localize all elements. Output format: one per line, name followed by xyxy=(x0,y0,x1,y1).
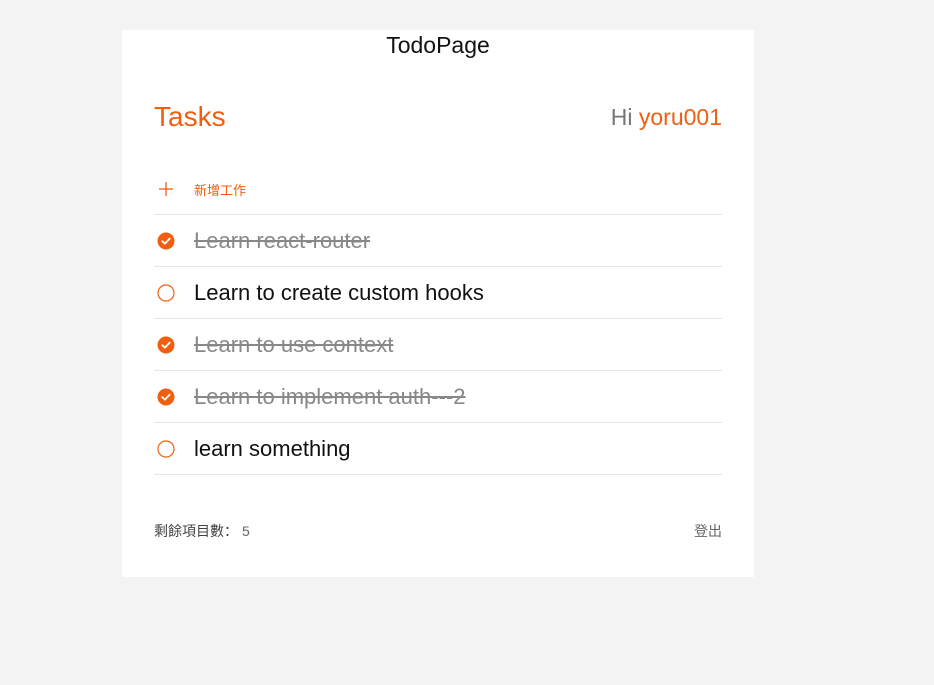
task-text: Learn to create custom hooks xyxy=(194,279,484,305)
task-row: Learn to implement auth---2 xyxy=(154,371,722,423)
greeting-prefix: Hi xyxy=(610,104,633,130)
page-title: TodoPage xyxy=(386,32,490,58)
task-rows: Learn react-router Learn to create custom… xyxy=(154,215,722,475)
plus-icon[interactable] xyxy=(154,177,178,201)
footer: 剩餘項目數： 5 登出 xyxy=(154,520,722,542)
header-row: Tasks Hi yoru001 xyxy=(154,100,722,134)
task-row: Learn to use context xyxy=(154,319,722,371)
unchecked-circle-icon[interactable] xyxy=(154,281,178,305)
remaining-count: 5 xyxy=(242,523,250,539)
task-row: Learn to create custom hooks xyxy=(154,267,722,319)
username: yoru001 xyxy=(638,104,722,130)
checked-circle-icon[interactable] xyxy=(154,333,178,357)
remaining-items: 剩餘項目數： 5 xyxy=(154,521,250,541)
remaining-label: 剩餘項目數： xyxy=(154,523,238,539)
logout-button[interactable]: 登出 xyxy=(694,521,722,541)
unchecked-circle-icon[interactable] xyxy=(154,437,178,461)
checked-circle-icon[interactable] xyxy=(154,385,178,409)
task-list: 新增工作 Learn react-router Learn to create c… xyxy=(154,164,722,475)
tasks-heading: Tasks xyxy=(154,101,226,132)
task-text: Learn to use context xyxy=(194,331,394,357)
add-task-button[interactable]: 新增工作 xyxy=(154,164,722,215)
greeting: Hi yoru001 xyxy=(611,100,722,134)
checked-circle-icon[interactable] xyxy=(154,229,178,253)
task-row: Learn react-router xyxy=(154,215,722,267)
task-text: Learn to implement auth---2 xyxy=(194,383,466,409)
task-row: learn something xyxy=(154,423,722,475)
task-text: learn something xyxy=(194,435,351,461)
todo-card: TodoPage Tasks Hi yoru001 新增工作 Learn rea… xyxy=(122,30,754,577)
task-text: Learn react-router xyxy=(194,227,371,253)
add-task-label: 新增工作 xyxy=(194,182,247,198)
